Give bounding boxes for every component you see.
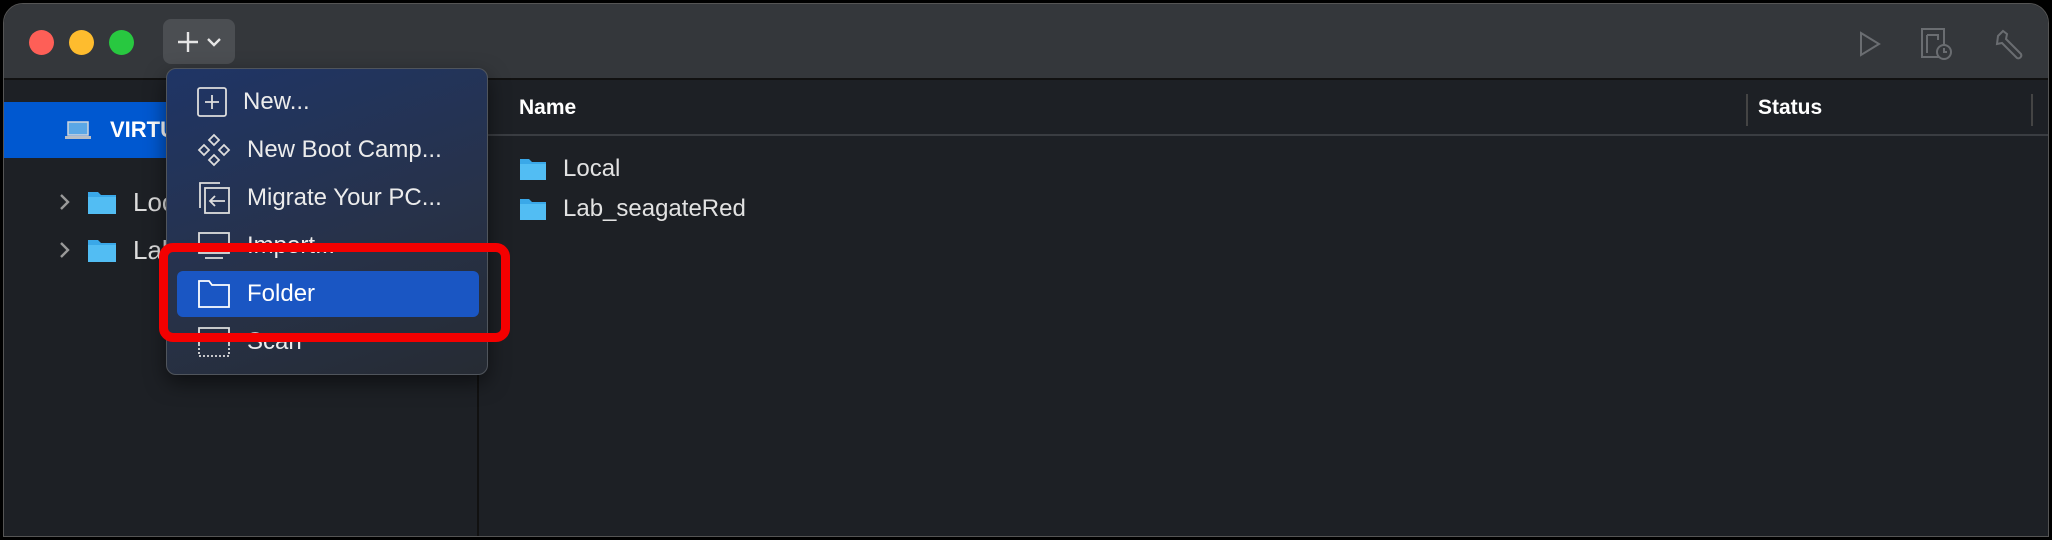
plus-square-icon <box>197 87 227 117</box>
chevron-down-icon <box>207 37 221 47</box>
snapshot-clock-icon[interactable] <box>1918 26 1954 62</box>
add-menu-button[interactable] <box>163 19 235 64</box>
wrench-icon[interactable] <box>1992 26 2028 62</box>
list-item-name: Local <box>563 155 621 182</box>
folder-icon <box>88 240 116 262</box>
folder-icon <box>520 199 546 220</box>
annotation-highlight-box <box>159 243 510 342</box>
bootcamp-diamonds-icon <box>197 133 231 167</box>
list-item[interactable]: Local <box>519 152 620 186</box>
folder-icon <box>520 159 546 180</box>
folder-icon <box>88 192 116 214</box>
zoom-button[interactable] <box>109 30 134 55</box>
chevron-right-icon[interactable] <box>59 193 71 211</box>
plus-icon <box>178 31 198 52</box>
column-divider[interactable] <box>2031 94 2033 126</box>
list-item-name: Lab_seagateRed <box>563 195 746 222</box>
menu-item-migrate-your-pc[interactable]: Migrate Your PC... <box>177 175 479 221</box>
menu-item-label: New... <box>243 88 310 115</box>
migrate-icon <box>199 182 230 214</box>
close-button[interactable] <box>29 30 54 55</box>
menu-item-label: New Boot Camp... <box>247 136 442 163</box>
menu-item-label: Migrate Your PC... <box>247 184 442 211</box>
column-divider[interactable] <box>1746 94 1748 126</box>
column-header-name[interactable]: Name <box>519 96 576 120</box>
laptop-icon <box>65 121 91 139</box>
vm-list: Name Status Local Lab_seagateRed <box>481 82 2048 536</box>
menu-item-new-boot-camp[interactable]: New Boot Camp... <box>177 127 479 173</box>
column-header-status[interactable]: Status <box>1758 96 1822 120</box>
play-icon[interactable] <box>1851 26 1887 62</box>
menu-item-new[interactable]: New... <box>177 79 479 125</box>
chevron-right-icon[interactable] <box>59 241 71 259</box>
app-window: VIRTU Local Lab_seagateRed Name Status L… <box>3 3 2049 537</box>
minimize-button[interactable] <box>69 30 94 55</box>
list-header: Name Status <box>481 82 2048 136</box>
list-item[interactable]: Lab_seagateRed <box>519 192 746 226</box>
